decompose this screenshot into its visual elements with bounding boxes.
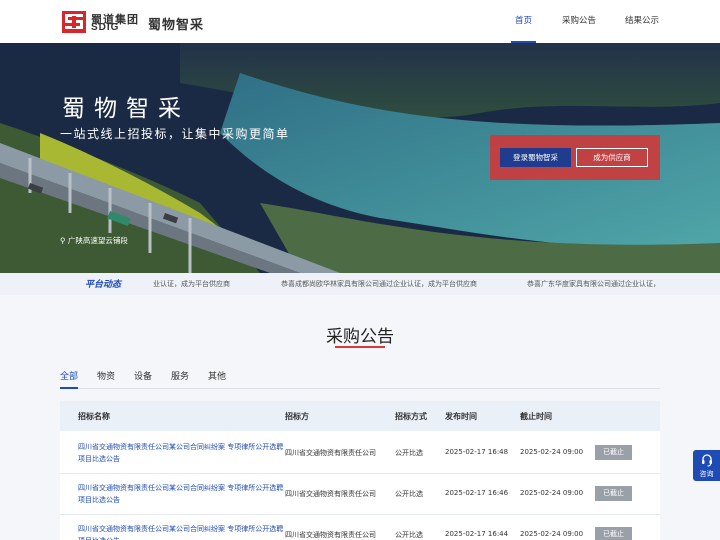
col-header-deadline: 截止时间 xyxy=(520,412,552,421)
table-row[interactable]: 四川省交通物资有限责任公司某公司合同纠纷案 专项律所公开选聘项目比选公告 四川省… xyxy=(60,474,660,515)
row-deadline: 2025-02-24 09:00 xyxy=(520,489,584,497)
row-name-link[interactable]: 四川省交通物资有限责任公司某公司合同纠纷案 专项律所公开选聘项目比选公告 xyxy=(78,523,284,540)
table-row[interactable]: 四川省交通物资有限责任公司某公司合同纠纷案 专项律所公开选聘项目比选公告 四川省… xyxy=(60,515,660,540)
carousel-indicator[interactable] xyxy=(340,265,380,268)
row-publish-time: 2025-02-17 16:44 xyxy=(445,530,509,538)
row-name-link[interactable]: 四川省交通物资有限责任公司某公司合同纠纷案 专项律所公开选聘项目比选公告 xyxy=(78,482,284,506)
login-panel: 登录蜀物智采 成为供应商 xyxy=(490,135,660,180)
headset-icon xyxy=(702,454,712,467)
top-header: 蜀道集团 SDIG 蜀物智采 首页 采购公告 结果公示 xyxy=(0,0,720,43)
active-tab-indicator xyxy=(60,387,78,389)
ticker-item[interactable]: 业认证，成为平台供应商 xyxy=(153,279,230,289)
section-title: 采购公告 xyxy=(326,327,394,347)
tab-other[interactable]: 其他 xyxy=(208,369,226,382)
row-deadline: 2025-02-24 09:00 xyxy=(520,448,584,456)
hero-subtitle: 一站式线上招投标，让集中采购更简单 xyxy=(60,127,290,141)
row-deadline: 2025-02-24 09:00 xyxy=(520,530,584,538)
col-header-name: 招标名称 xyxy=(78,412,110,421)
consult-label: 咨询 xyxy=(699,470,714,478)
row-method: 公开比选 xyxy=(395,449,423,457)
status-badge: 已截止 xyxy=(595,486,632,501)
tab-all[interactable]: 全部 xyxy=(60,369,78,382)
ticker-title: 平台动态 xyxy=(85,280,122,290)
status-badge: 已截止 xyxy=(595,445,632,460)
col-header-org: 招标方 xyxy=(285,412,309,421)
tab-services[interactable]: 服务 xyxy=(171,369,189,382)
sdig-logo-icon xyxy=(62,11,86,33)
row-publish-time: 2025-02-17 16:46 xyxy=(445,489,509,497)
nav-home[interactable]: 首页 xyxy=(510,0,537,43)
tab-equipment[interactable]: 设备 xyxy=(134,369,152,382)
login-button[interactable]: 登录蜀物智采 xyxy=(500,148,571,167)
ticker-item[interactable]: 恭喜成都尚欧华林家具有限公司通过企业认证，成为平台供应商 xyxy=(281,279,477,289)
row-publish-time: 2025-02-17 16:48 xyxy=(445,448,509,456)
consult-button[interactable]: 咨询 xyxy=(693,450,720,481)
row-org: 四川省交通物资有限责任公司 xyxy=(285,449,376,457)
row-method: 公开比选 xyxy=(395,531,423,539)
table-row[interactable]: 四川省交通物资有限责任公司某公司合同纠纷案 专项律所公开选聘项目比选公告 四川省… xyxy=(60,433,660,474)
tab-materials[interactable]: 物资 xyxy=(97,369,115,382)
sdig-logo[interactable]: 蜀道集团 SDIG xyxy=(62,10,140,34)
row-name-link[interactable]: 四川省交通物资有限责任公司某公司合同纠纷案 专项律所公开选聘项目比选公告 xyxy=(78,441,284,465)
ticker-item[interactable]: 恭喜广东华度家具有限公司通过企业认证， xyxy=(527,279,660,289)
platform-news-ticker: 平台动态 业认证，成为平台供应商 恭喜成都尚欧华林家具有限公司通过企业认证，成为… xyxy=(0,273,720,295)
status-badge: 已截止 xyxy=(595,527,632,540)
col-header-method: 招标方式 xyxy=(395,412,427,421)
hero-location-text: 广陕高速望云铺段 xyxy=(67,236,128,245)
become-supplier-button[interactable]: 成为供应商 xyxy=(576,148,648,167)
brand-name: 蜀物智采 xyxy=(148,18,205,33)
row-method: 公开比选 xyxy=(395,490,423,498)
announcement-table: 招标名称 招标方 招标方式 发布时间 截止时间 四川省交通物资有限责任公司某公司… xyxy=(60,401,660,540)
table-header: 招标名称 招标方 招标方式 发布时间 截止时间 xyxy=(60,401,660,431)
col-header-publish: 发布时间 xyxy=(445,412,477,421)
row-org: 四川省交通物资有限责任公司 xyxy=(285,531,376,539)
section-title-underline xyxy=(335,346,385,348)
hero-banner: 蜀物智采 一站式线上招投标，让集中采购更简单 ⚲ 广陕高速望云铺段 登录蜀物智采… xyxy=(0,43,720,273)
tabs-divider xyxy=(60,388,660,389)
nav-announcements[interactable]: 采购公告 xyxy=(562,0,596,43)
hero-location: ⚲ 广陕高速望云铺段 xyxy=(60,235,128,246)
nav-results[interactable]: 结果公示 xyxy=(625,0,659,43)
logo-en-text: SDIG xyxy=(91,22,120,33)
hero-title: 蜀物智采 xyxy=(62,96,190,122)
location-pin-icon: ⚲ xyxy=(60,236,66,245)
row-org: 四川省交通物资有限责任公司 xyxy=(285,490,376,498)
